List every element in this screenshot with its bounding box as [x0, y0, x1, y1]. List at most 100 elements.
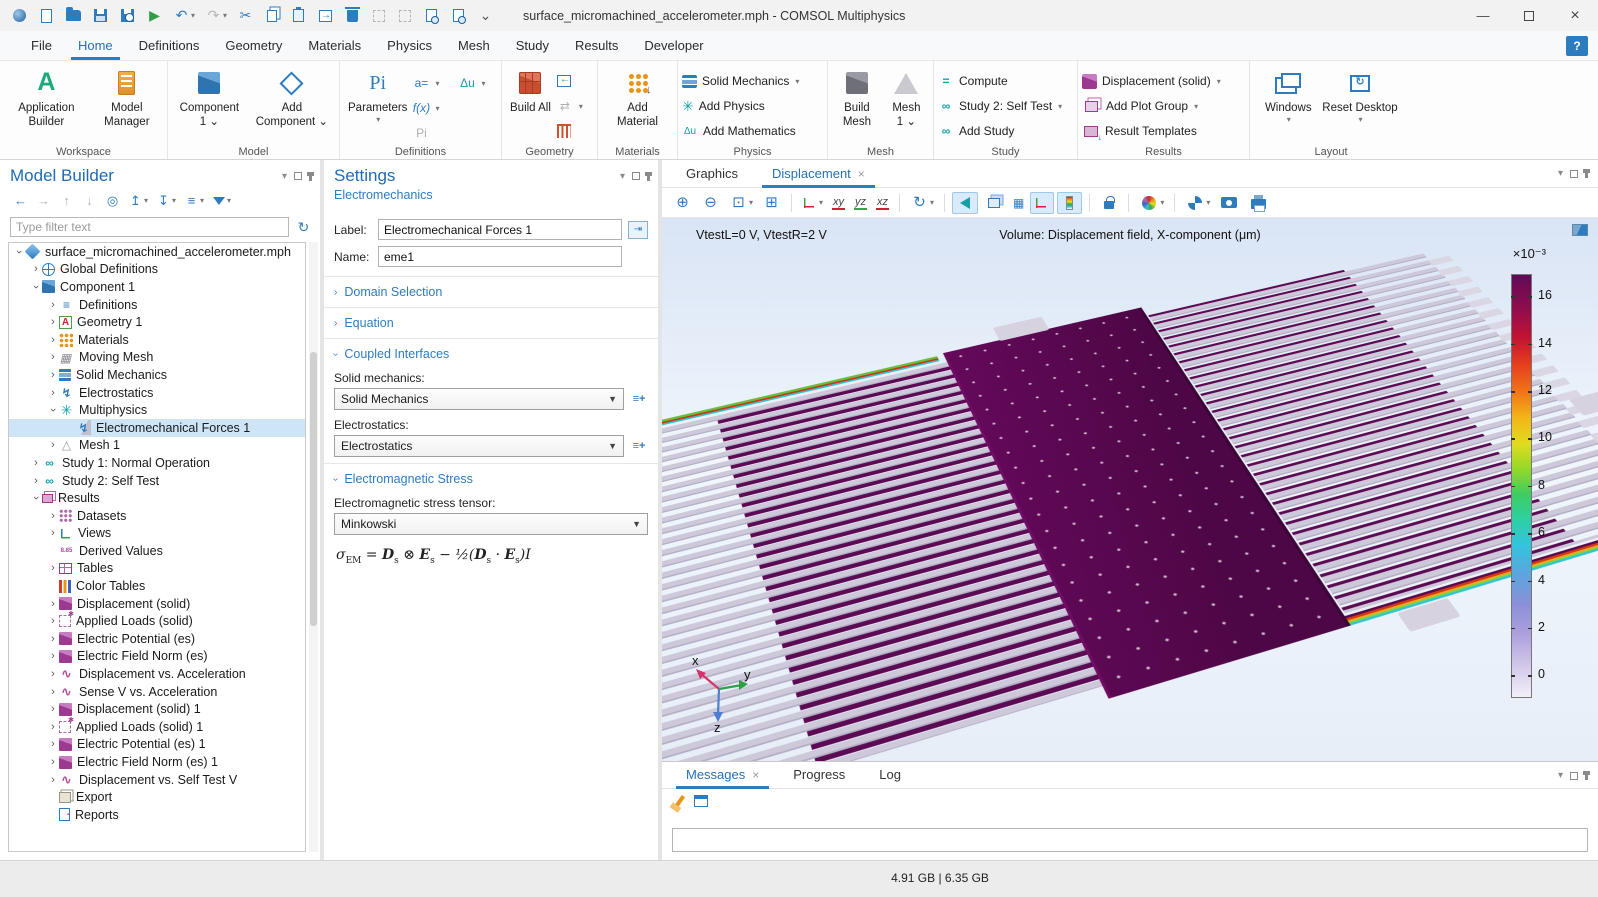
stress-tensor-select[interactable]: Minkowski▼ [334, 513, 648, 535]
study-selector[interactable]: ∞Study 2: Self Test▾ [938, 94, 1062, 118]
plot-image-icon[interactable] [1572, 224, 1588, 236]
collapse-node-icon[interactable]: › [47, 404, 59, 416]
panel-menu-icon[interactable]: ▾ [1558, 168, 1563, 179]
expand-node-icon[interactable]: › [47, 738, 59, 750]
float-panel-icon[interactable] [294, 172, 302, 180]
section-electromagnetic-stress[interactable]: › Electromagnetic Stress [324, 463, 658, 488]
geometry-parts-button[interactable]: ⇄▾ [557, 94, 583, 118]
physics-interface-selector[interactable]: Solid Mechanics▾ [682, 69, 799, 93]
expand-node-icon[interactable]: › [47, 510, 59, 522]
ribbon-tab-definitions[interactable]: Definitions [126, 31, 213, 60]
expand-node-icon[interactable]: › [47, 686, 59, 698]
tree-item-sense-v-vs-acceleration[interactable]: ›∿Sense V vs. Acceleration [9, 683, 305, 701]
expand-node-icon[interactable]: › [47, 774, 59, 786]
collapse-node-icon[interactable]: › [30, 281, 42, 293]
tree-item-mesh-1[interactable]: ›△Mesh 1 [9, 437, 305, 455]
add-material-button[interactable]: Add Material [602, 67, 673, 131]
expand-node-icon[interactable]: › [47, 598, 59, 610]
ribbon-tab-physics[interactable]: Physics [374, 31, 445, 60]
new-file-icon[interactable] [35, 6, 58, 26]
functions-button[interactable]: f(x)▾ [413, 96, 485, 120]
expand-node-icon[interactable]: › [47, 650, 59, 662]
variables-button[interactable]: a=▾ Δu▾ [413, 71, 485, 95]
view-xz-icon[interactable]: xz [873, 194, 892, 212]
close-tab-icon[interactable]: × [858, 167, 865, 181]
ribbon-tab-mesh[interactable]: Mesh [445, 31, 503, 60]
disabled-deselect-icon[interactable] [394, 6, 416, 26]
collapse-icon[interactable]: ↥▾ [125, 190, 151, 211]
tree-item-solid-mechanics[interactable]: ›Solid Mechanics [9, 366, 305, 384]
tree-item-applied-loads-solid-1[interactable]: ›Applied Loads (solid) 1 [9, 718, 305, 736]
windows-button[interactable]: Windows▾ [1260, 67, 1316, 126]
show-color-legend-icon[interactable] [1057, 192, 1082, 214]
solid-mechanics-select[interactable]: Solid Mechanics▼ [334, 388, 624, 410]
tree-item-multiphysics[interactable]: ›✳Multiphysics [9, 401, 305, 419]
model-manager-button[interactable]: Model Manager [91, 67, 163, 131]
delete-icon[interactable] [341, 5, 364, 27]
expand-node-icon[interactable]: › [47, 387, 59, 399]
add-study-button[interactable]: ∞Add Study [938, 119, 1062, 143]
tree-item-color-tables[interactable]: Color Tables [9, 577, 305, 595]
add-mathematics-button[interactable]: ΔuAdd Mathematics [682, 119, 799, 143]
expand-node-icon[interactable]: › [47, 562, 59, 574]
expand-node-icon[interactable]: › [47, 721, 59, 733]
add-electrostatics-interface-icon[interactable]: ≡+ [630, 437, 648, 455]
tree-filter-input[interactable] [10, 217, 289, 237]
name-input[interactable] [378, 246, 622, 267]
pin-panel-icon[interactable] [647, 172, 650, 181]
ribbon-tab-home[interactable]: Home [65, 31, 126, 60]
compute-button[interactable]: =Compute [938, 69, 1062, 93]
ribbon-tab-developer[interactable]: Developer [631, 31, 716, 60]
zoom-extents-icon[interactable]: ⊞ [759, 192, 784, 213]
section-coupled-interfaces[interactable]: › Coupled Interfaces [324, 338, 658, 363]
expand-node-icon[interactable]: › [47, 703, 59, 715]
plot-area[interactable]: Volume: Displacement field, X-component … [662, 218, 1598, 761]
tab-displacement[interactable]: Displacement× [762, 162, 875, 187]
ribbon-tab-materials[interactable]: Materials [295, 31, 374, 60]
tree-item-applied-loads-solid[interactable]: ›Applied Loads (solid) [9, 612, 305, 630]
expand-node-icon[interactable]: › [47, 439, 59, 451]
reset-desktop-button[interactable]: ↻ Reset Desktop▾ [1318, 67, 1401, 126]
move-up-icon[interactable]: ↑ [56, 190, 77, 211]
redo-icon[interactable]: ↷▾ [202, 5, 230, 26]
tree-item-materials[interactable]: ›Materials [9, 331, 305, 349]
component-1-button[interactable]: Component 1 ⌄ [172, 67, 247, 131]
expand-node-icon[interactable]: › [47, 316, 59, 328]
expand-node-icon[interactable]: › [47, 615, 59, 627]
copy-to-window-icon[interactable] [694, 795, 708, 807]
panel-menu-icon[interactable]: ▾ [620, 171, 625, 182]
electrostatics-select[interactable]: Electrostatics▼ [334, 435, 624, 457]
collapse-node-icon[interactable]: › [30, 492, 42, 504]
add-component-button[interactable]: Add Component ⌄ [249, 67, 335, 131]
section-domain-selection[interactable]: › Domain Selection [324, 276, 658, 301]
collapse-node-icon[interactable]: › [13, 246, 25, 258]
copy-icon[interactable] [261, 6, 283, 26]
tree-item-electric-field-norm-es[interactable]: ›Electric Field Norm (es) [9, 648, 305, 666]
insert-sequence-button[interactable] [557, 69, 583, 93]
environment-icon[interactable]: ▾ [1182, 192, 1213, 214]
panel-menu-icon[interactable]: ▾ [282, 171, 287, 182]
refresh-icon[interactable]: ↻ [295, 219, 312, 236]
run-icon[interactable]: ▶ [143, 5, 166, 26]
tab-log[interactable]: Log [869, 763, 911, 788]
scene-light-icon[interactable] [952, 192, 978, 214]
expand-node-icon[interactable]: › [47, 668, 59, 680]
close-tab-icon[interactable]: × [752, 768, 759, 782]
pin-panel-icon[interactable] [1585, 771, 1588, 780]
tree-item-results[interactable]: ›Results [9, 489, 305, 507]
ribbon-tab-geometry[interactable]: Geometry [212, 31, 295, 60]
virtual-operations-button[interactable] [557, 119, 583, 143]
zoom-in-icon[interactable]: ⊕ [670, 192, 695, 213]
float-panel-icon[interactable] [1570, 772, 1578, 780]
view-lock-icon[interactable] [1097, 193, 1121, 213]
tree-item-electric-potential-es[interactable]: ›Electric Potential (es) [9, 630, 305, 648]
tree-item-datasets[interactable]: ›Datasets [9, 507, 305, 525]
tab-progress[interactable]: Progress [783, 763, 855, 788]
float-panel-icon[interactable] [1570, 170, 1578, 178]
tree-item-displacement-vs-self-test-v[interactable]: ›∿Displacement vs. Self Test V [9, 771, 305, 789]
comsol-logo-icon[interactable] [8, 5, 31, 26]
open-file-icon[interactable] [62, 5, 85, 26]
panel-menu-icon[interactable]: ▾ [1558, 770, 1563, 781]
tree-item-electric-field-norm-es-1[interactable]: ›Electric Field Norm (es) 1 [9, 753, 305, 771]
clear-messages-icon[interactable] [675, 795, 685, 807]
